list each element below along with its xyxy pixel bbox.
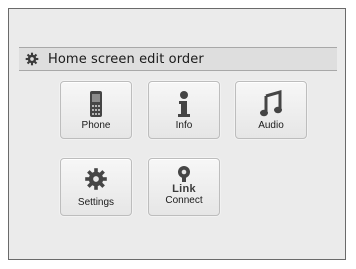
settings-gear-icon: [25, 52, 39, 66]
audio-label: Audio: [258, 120, 284, 131]
connect-label: Connect: [165, 195, 203, 206]
head-unit-screen: Home screen edit order Phone Info Audio …: [8, 8, 346, 260]
audio-tile[interactable]: Audio: [235, 81, 307, 139]
phone-label: Phone: [81, 120, 111, 131]
settings-label: Settings: [77, 197, 115, 208]
phone-tile[interactable]: Phone: [60, 81, 132, 139]
music-note-icon: [260, 90, 282, 117]
link-connect-tile[interactable]: Link Connect: [148, 158, 220, 216]
info-tile[interactable]: Info: [148, 81, 220, 139]
title-bar: Home screen edit order: [19, 47, 337, 71]
gear-icon: [85, 168, 107, 190]
link-wordmark: Link: [172, 183, 196, 195]
info-icon: [178, 91, 190, 117]
page-title: Home screen edit order: [48, 51, 204, 67]
info-label: Info: [175, 120, 193, 131]
phone-icon: [90, 91, 102, 117]
settings-tile[interactable]: Settings: [60, 158, 132, 216]
link-icon: [178, 166, 190, 182]
